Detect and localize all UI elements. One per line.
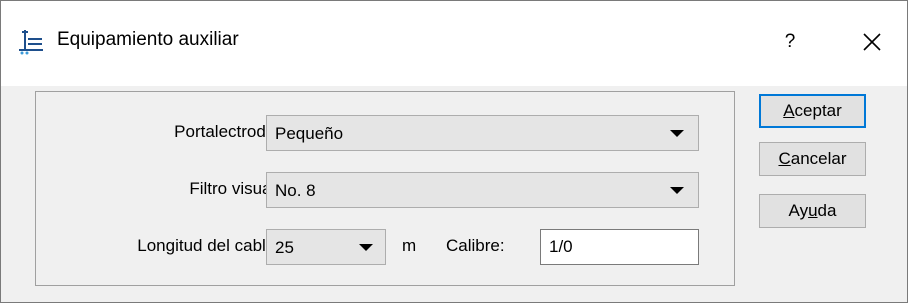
portalectrodo-value: Pequeño — [275, 124, 344, 143]
close-icon — [863, 33, 881, 51]
chevron-down-icon — [670, 187, 684, 194]
calibre-input[interactable]: 1/0 — [540, 229, 699, 265]
aceptar-button[interactable]: Aceptar — [759, 94, 866, 128]
title-bar: Equipamiento auxiliar ? — [1, 1, 907, 86]
help-button-label: ? — [784, 31, 796, 52]
filtro-visual-value: No. 8 — [275, 181, 316, 200]
welding-equipment-icon — [19, 30, 43, 55]
cancelar-mnemonic: C — [778, 149, 791, 168]
aceptar-mnemonic: A — [783, 101, 795, 120]
cancelar-button[interactable]: Cancelar — [759, 142, 866, 176]
chevron-down-icon — [670, 130, 684, 137]
longitud-cable-select[interactable]: 25 — [266, 229, 386, 265]
window-title: Equipamiento auxiliar — [57, 29, 239, 50]
aceptar-label: ceptar — [794, 101, 842, 120]
longitud-cable-label: Longitud del cable: — [137, 236, 280, 255]
ayuda-label-pre: Ay — [788, 201, 809, 220]
cancelar-label: ancelar — [790, 149, 847, 168]
portalectrodo-select[interactable]: Pequeño — [266, 115, 699, 151]
ayuda-mnemonic: u — [808, 201, 818, 220]
ayuda-button[interactable]: Ay u da — [759, 194, 866, 228]
help-button[interactable]: ? — [768, 19, 812, 65]
filtro-visual-select[interactable]: No. 8 — [266, 172, 699, 208]
ayuda-label-rest: da — [817, 201, 837, 220]
settings-group: Portalectrodo: Pequeño Filtro visual: No… — [35, 91, 735, 286]
longitud-cable-unit: m — [402, 236, 417, 255]
portalectrodo-label: Portalectrodo: — [174, 122, 280, 141]
calibre-value: 1/0 — [549, 237, 573, 256]
chevron-down-icon — [359, 244, 373, 251]
calibre-label: Calibre: — [446, 236, 505, 255]
longitud-cable-value: 25 — [275, 238, 294, 257]
dialog-window: Equipamiento auxiliar ? Portalectrodo: P… — [0, 0, 908, 303]
close-button[interactable] — [846, 19, 898, 65]
